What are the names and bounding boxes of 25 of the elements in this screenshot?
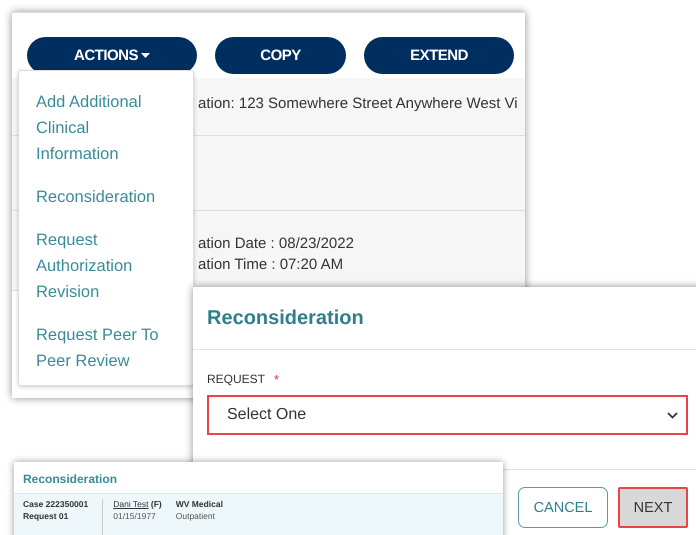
dialog-title: Reconsideration — [193, 287, 696, 350]
request-select[interactable]: Select One — [207, 395, 688, 435]
toolbar-button[interactable]: EXTEND — [364, 37, 514, 74]
case-number: Case 222350001 — [23, 499, 88, 509]
detail-text: ation Date : 08/23/2022 — [198, 235, 355, 252]
required-mark: * — [274, 372, 280, 387]
member-sex: (F) — [150, 499, 162, 509]
detail-text: ation Time : 07:20 AM — [198, 256, 344, 273]
menu-item[interactable]: Request Peer To Peer Review — [36, 322, 164, 374]
field-label: REQUEST — [207, 372, 266, 387]
chevron-down-icon — [667, 412, 678, 418]
toolbar-button[interactable]: COPY — [215, 37, 346, 74]
next-button[interactable]: NEXT — [618, 487, 688, 528]
member-link[interactable]: Dani Test — [113, 499, 149, 509]
plan-name: WV Medical — [176, 499, 223, 509]
request-number: Request 01 — [23, 511, 70, 521]
menu-item[interactable]: Reconsideration — [36, 184, 164, 210]
menu-item[interactable]: Request Authorization Revision — [36, 227, 164, 305]
birth-date: 01/15/1977 — [113, 511, 157, 521]
summary-title: Reconsideration — [22, 471, 118, 488]
detail-text: ation: 123 Somewhere Street Anywhere West Vi — [198, 95, 519, 112]
service-setting: Outpatient — [176, 511, 216, 521]
menu-item[interactable]: Add Additional Clinical Information — [36, 89, 164, 167]
caret-icon — [141, 53, 150, 58]
cancel-button[interactable]: CANCEL — [518, 487, 608, 528]
